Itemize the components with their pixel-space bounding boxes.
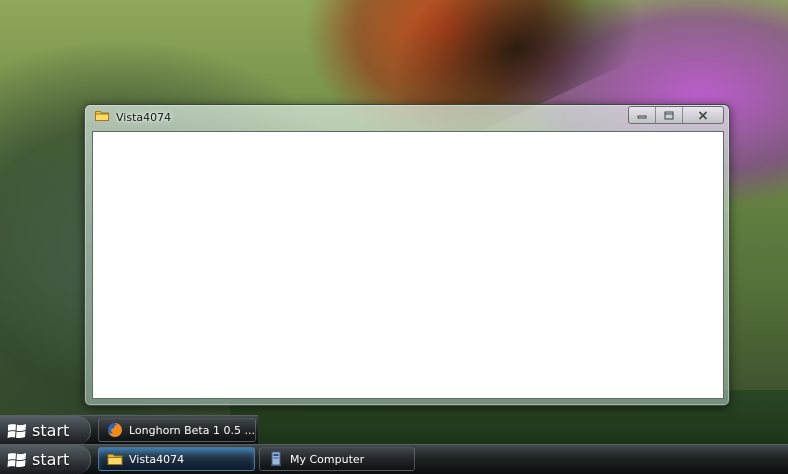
window-content-area[interactable]	[92, 131, 724, 399]
taskbar: start Vista4074 My Computer	[0, 444, 788, 474]
start-label: start	[32, 450, 70, 469]
taskbar-button-label: Vista4074	[129, 452, 185, 466]
taskbar-button-my-computer[interactable]: My Computer	[259, 447, 415, 471]
close-button[interactable]	[683, 107, 723, 123]
maximize-button[interactable]	[656, 107, 683, 123]
taskbar-button-vista4074[interactable]: Vista4074	[98, 447, 255, 471]
windows-logo-icon	[7, 423, 26, 438]
caption-buttons	[628, 106, 724, 124]
start-button[interactable]: start	[0, 416, 91, 445]
taskbar-secondary: start Longhorn Beta 1 0.5 ...	[0, 415, 258, 445]
taskbar-button-label: Longhorn Beta 1 0.5 ...	[129, 423, 255, 437]
minimize-icon	[637, 115, 647, 119]
firefox-icon	[108, 423, 122, 437]
windows-logo-icon	[7, 452, 26, 467]
taskbar-button-label: My Computer	[290, 452, 365, 466]
start-label: start	[32, 421, 70, 440]
computer-icon	[271, 451, 281, 466]
folder-icon	[95, 111, 109, 121]
window-title: Vista4074	[116, 111, 172, 124]
close-icon	[698, 110, 708, 120]
folder-icon	[107, 454, 123, 465]
taskbar-button-longhorn[interactable]: Longhorn Beta 1 0.5 ...	[98, 418, 256, 442]
maximize-icon	[664, 111, 674, 119]
minimize-button[interactable]	[629, 107, 656, 123]
explorer-window[interactable]: Vista4074	[84, 104, 730, 406]
start-button[interactable]: start	[0, 445, 91, 474]
